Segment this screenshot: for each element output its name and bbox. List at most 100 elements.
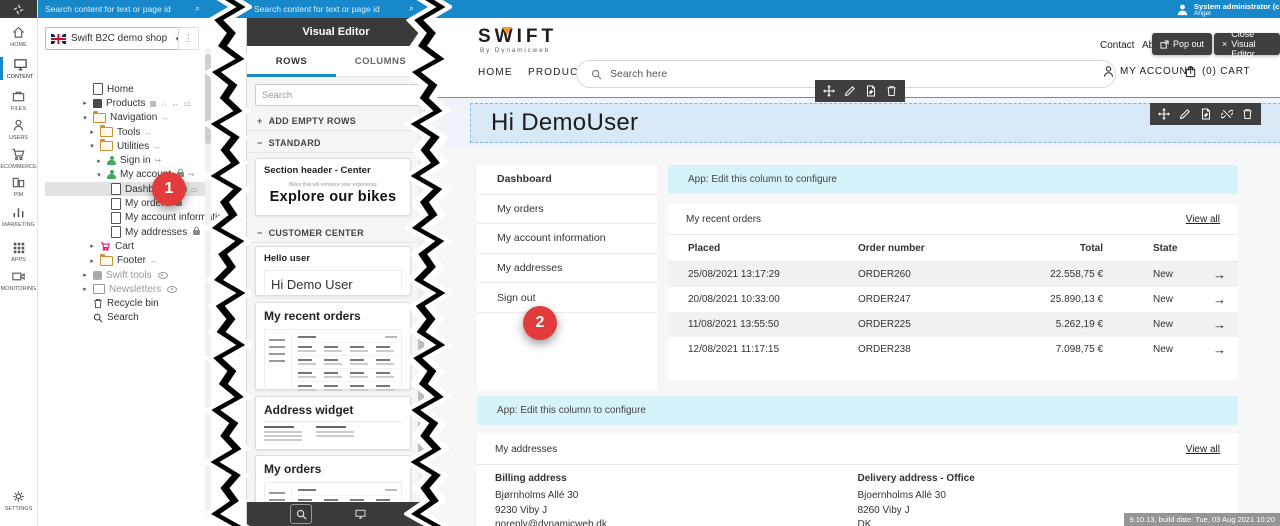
search-icon[interactable]: ⌕ [195, 3, 200, 14]
close-icon: × [1222, 39, 1227, 49]
pop-out-button[interactable]: Pop out [1152, 33, 1212, 55]
link-contact[interactable]: Contact [1100, 40, 1134, 51]
row-card-my-orders[interactable]: My orders [255, 455, 411, 503]
bag-icon [1184, 65, 1197, 78]
tree-scrollbar[interactable] [205, 48, 211, 518]
tree-item-recycle-bin[interactable]: Recycle bin [37, 297, 210, 311]
expand-caret-icon[interactable]: ▸ [81, 285, 89, 293]
rail-item-users[interactable]: USERS [0, 118, 37, 141]
rail-item-ecommerce[interactable]: ECOMMERCE [0, 147, 37, 170]
tree-item-footer[interactable]: ▸Footer↔ [37, 254, 210, 268]
section-customer-center[interactable]: −CUSTOMER CENTER [247, 224, 435, 243]
frame-icon: ▭ [184, 99, 192, 108]
tree-item-sign-in[interactable]: ▸Sign in↪ [37, 154, 210, 168]
my-account-link[interactable]: MY ACCOUNT [1102, 65, 1195, 78]
user-page-icon [107, 156, 116, 166]
search-icon[interactable]: ⌕ [409, 3, 414, 14]
cart-link[interactable]: (0) CART [1184, 65, 1250, 78]
tree-item-products[interactable]: ▸Products▦∴↔▭ [37, 96, 210, 110]
file-edit-icon[interactable] [1200, 108, 1212, 120]
tree-item-home[interactable]: Home [37, 82, 210, 96]
account-nav-dashboard[interactable]: Dashboard [477, 165, 657, 195]
row-card-my-recent-orders[interactable]: My recent orders [255, 302, 411, 390]
tab-columns[interactable]: COLUMNS [336, 46, 425, 76]
dynamicweb-logo-icon[interactable] [0, 0, 37, 18]
order-row[interactable]: 20/08/2021 10:33:00ORDER24725.890,13 €Ne… [668, 287, 1238, 312]
rail-item-marketing[interactable]: MARKETING [0, 205, 37, 228]
swift-logo[interactable]: SWIFT [478, 26, 557, 48]
rail-item-settings[interactable]: SETTINGS [0, 489, 37, 512]
collapse-caret-icon[interactable]: ▾ [95, 171, 103, 179]
trash-icon[interactable] [1242, 108, 1253, 120]
collapse-caret-icon[interactable]: ▾ [81, 114, 89, 122]
storefront-nav-home[interactable]: HOME [478, 67, 513, 78]
account-nav-my-addresses[interactable]: My addresses [477, 254, 657, 284]
section-add-empty-rows[interactable]: +ADD EMPTY ROWS [247, 112, 435, 131]
ve-global-search-input[interactable]: Search content for text or page id [254, 4, 380, 14]
magnifier-icon [93, 313, 103, 323]
expand-caret-icon[interactable]: ▸ [81, 99, 89, 107]
expand-caret-icon[interactable]: ▸ [95, 157, 103, 165]
tree-item-navigation[interactable]: ▾Navigation↔ [37, 111, 210, 125]
arrow-right-icon[interactable]: → [1213, 267, 1244, 282]
order-row[interactable]: 12/08/2021 11:17:15ORDER2387.098,75 €New… [668, 337, 1238, 362]
tree-item-my-orders[interactable]: My orders [37, 196, 210, 210]
row-card-hello-user[interactable]: Hello user Hi Demo User [255, 246, 411, 296]
account-nav-my-orders[interactable]: My orders [477, 195, 657, 225]
tree-item-my-account[interactable]: ▾My account↪ [37, 168, 210, 182]
tree-item-tools[interactable]: ▸Tools↔ [37, 125, 210, 139]
tree-item-my-account-information[interactable]: My account information [37, 211, 210, 225]
expand-caret-icon[interactable]: ▸ [88, 128, 96, 136]
tab-rows[interactable]: ROWS [247, 46, 336, 76]
collapse-caret-icon[interactable]: ▾ [88, 142, 96, 150]
pencil-icon[interactable] [1179, 108, 1191, 120]
rail-item-files[interactable]: FILES [0, 89, 37, 112]
arrow-right-icon[interactable]: → [1213, 292, 1244, 307]
content-tree-panel: Swift B2C demo shop ▾ ⋮ Home ▸Products▦∴… [37, 18, 213, 526]
row-card-section-header[interactable]: Section header - Center Bikes that will … [255, 158, 411, 216]
order-row[interactable]: 11/08/2021 13:55:50ORDER2255.262,19 €New… [668, 312, 1238, 337]
preview-search-mode-button[interactable] [290, 504, 312, 524]
move-icon[interactable] [1158, 108, 1170, 120]
collapse-panel-icon[interactable]: ◂ [418, 27, 422, 36]
expand-caret-icon[interactable]: ▸ [88, 257, 96, 265]
account-nav-my-account-information[interactable]: My account information [477, 224, 657, 254]
site-selector-dropdown[interactable]: Swift B2C demo shop ▾ [45, 27, 185, 50]
account-nav-sign-out[interactable]: Sign out [477, 283, 657, 313]
rail-item-monitoring[interactable]: MONITORING [0, 269, 37, 292]
move-icon[interactable] [823, 85, 835, 97]
rail-item-pim[interactable]: PIM [0, 175, 37, 198]
arrow-right-icon[interactable]: → [1213, 342, 1244, 357]
tree-item-cart[interactable]: ▸Cart [37, 239, 210, 253]
tree-item-my-addresses[interactable]: My addresses [37, 225, 210, 239]
addresses-view-all-link[interactable]: View all [1186, 444, 1220, 455]
page-icon [111, 226, 121, 238]
section-standard[interactable]: −STANDARD [247, 134, 435, 153]
user-page-icon [107, 170, 116, 180]
user-menu[interactable]: System administrator (cbo Angel [1170, 0, 1280, 18]
site-options-button[interactable]: ⋮ [178, 27, 199, 50]
tree-item-search[interactable]: Search [37, 311, 210, 325]
recent-orders-card: My recent orders View all Placed Order n… [668, 204, 1238, 380]
app-configure-notice: App: Edit this column to configure [477, 396, 1238, 425]
rail-item-apps[interactable]: APPS [0, 241, 37, 263]
tree-item-swift-tools[interactable]: ▸Swift tools [37, 268, 210, 282]
ve-search-input[interactable]: Search⌕ [255, 84, 429, 106]
trash-icon[interactable] [886, 85, 897, 97]
unlink-icon[interactable] [1221, 108, 1233, 120]
device-preview-button[interactable] [351, 505, 371, 523]
order-row[interactable]: 25/08/2021 13:17:29ORDER26022.558,75 €Ne… [668, 262, 1238, 287]
expand-caret-icon[interactable]: ▸ [88, 242, 96, 250]
global-search-input[interactable]: Search content for text or page id [45, 4, 171, 14]
tree-item-utilities[interactable]: ▾Utilities↔ [37, 139, 210, 153]
tree-item-newsletters[interactable]: ▸Newsletters [37, 282, 210, 296]
pencil-icon[interactable] [844, 85, 856, 97]
expand-caret-icon[interactable]: ▸ [81, 271, 89, 279]
rail-item-content[interactable]: CONTENT [0, 57, 37, 80]
orders-view-all-link[interactable]: View all [1186, 214, 1220, 225]
rail-item-home[interactable]: HOME [0, 25, 37, 48]
row-card-address-widget[interactable]: Address widget [255, 396, 411, 450]
arrow-right-icon[interactable]: → [1213, 317, 1244, 332]
file-edit-icon[interactable] [865, 85, 877, 97]
close-visual-editor-button[interactable]: × Close Visual Editor [1214, 33, 1280, 55]
